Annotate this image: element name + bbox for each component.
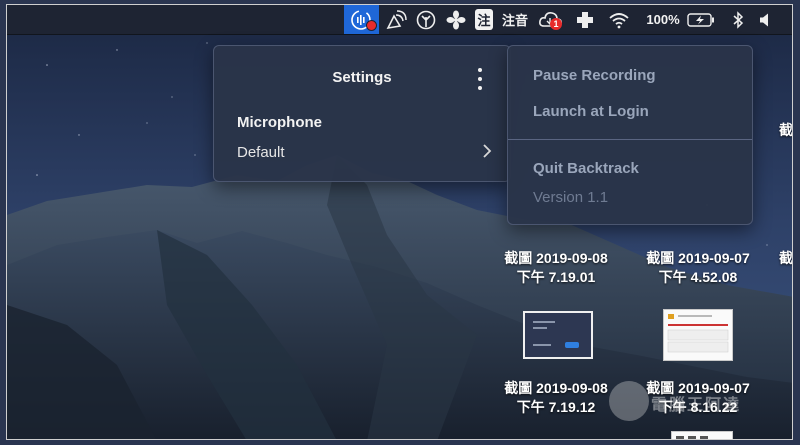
battery-percentage[interactable]: 100% [641, 5, 685, 34]
watermark-text: 電腦王阿達 [651, 397, 742, 414]
tree-logo-icon[interactable] [411, 5, 441, 34]
file-label-cutoff: 截 [779, 250, 793, 266]
recording-dot-icon [366, 20, 377, 31]
wifi-icon[interactable] [605, 5, 633, 34]
screen: 注 注音 1 100% Settings Microphone Default [6, 4, 793, 440]
desktop-file-label[interactable]: 截圖 2019-09-07 下午 4.52.08 [633, 249, 763, 287]
desktop: 注 注音 1 100% Settings Microphone Default [0, 0, 800, 445]
input-method-icon[interactable]: 注 [473, 5, 495, 34]
file-label-cutoff: 截 [779, 122, 793, 138]
settings-title: Settings [332, 69, 392, 86]
screenshot-thumbnail[interactable] [663, 309, 733, 361]
input-method-label[interactable]: 注音 [497, 5, 533, 34]
menu-item-quit[interactable]: Quit Backtrack [533, 160, 639, 177]
desktop-file-label[interactable]: 截圖 2019-09-08 下午 7.19.12 [491, 379, 621, 417]
watermark-logo [609, 381, 649, 421]
desktop-file-label[interactable]: 截圖 2019-09-08 下午 7.19.01 [491, 249, 621, 287]
more-options-icon[interactable] [472, 68, 488, 90]
backtrack-menu-icon[interactable] [344, 5, 379, 34]
microphone-section-label: Microphone [237, 114, 322, 131]
satellite-dish-icon[interactable] [381, 5, 411, 34]
options-menu: Pause Recording Launch at Login Quit Bac… [507, 45, 753, 225]
microphone-device-value[interactable]: Default [237, 144, 285, 161]
fan-icon[interactable] [441, 5, 471, 34]
bluetooth-icon[interactable] [727, 5, 749, 34]
chevron-right-icon[interactable] [482, 143, 492, 159]
menu-separator [508, 139, 752, 140]
cloud-notification-icon[interactable]: 1 [535, 5, 567, 34]
menu-item-launch-at-login[interactable]: Launch at Login [533, 103, 649, 120]
screenshot-thumbnail[interactable] [523, 311, 593, 359]
volume-icon[interactable] [755, 5, 777, 34]
notification-count-badge: 1 [550, 18, 562, 30]
settings-popover: Settings Microphone Default [213, 45, 511, 182]
screenshot-thumbnail[interactable] [671, 431, 733, 439]
battery-charging-icon[interactable] [685, 5, 717, 34]
medical-cross-icon[interactable] [571, 5, 599, 34]
menu-item-pause-recording[interactable]: Pause Recording [533, 67, 656, 84]
version-label: Version 1.1 [533, 189, 609, 206]
hanzi-icon: 注 [475, 9, 493, 30]
menu-bar: 注 注音 1 100% [7, 5, 792, 35]
